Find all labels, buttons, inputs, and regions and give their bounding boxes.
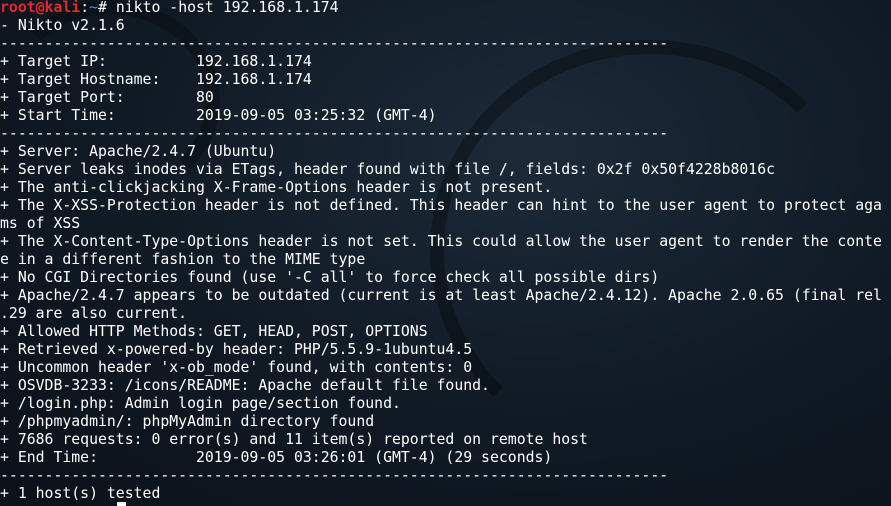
output-line: ----------------------------------------… [0,35,669,52]
output-line: + Target IP: 192.168.1.174 [0,53,312,70]
output-line: ----------------------------------------… [0,125,669,142]
output-line: + End Time: 2019-09-05 03:26:01 (GMT-4) … [0,449,553,466]
output-line: + Target Port: 80 [0,89,214,106]
output-line: + /phpmyadmin/: phpMyAdmin directory fou… [0,413,375,430]
output-line: e in a different fashion to the MIME typ… [0,251,366,268]
output-line: + The anti-clickjacking X-Frame-Options … [0,179,553,196]
output-line: + Target Hostname: 192.168.1.174 [0,71,312,88]
output-line: + The X-Content-Type-Options header is n… [0,233,882,250]
output-line: + Uncommon header 'x-ob_mode' found, wit… [0,359,473,376]
prompt-line: root@kali:~# nikto -host 192.168.1.174 [0,0,891,17]
output-line: + Server leaks inodes via ETags, header … [0,161,776,178]
prompt-command: # nikto -host 192.168.1.174 [98,0,339,16]
terminal-output[interactable]: root@kali:~# nikto -host 192.168.1.174 -… [0,0,891,503]
output-line: + /login.php: Admin login page/section f… [0,395,401,412]
output-line: ms of XSS [0,215,81,232]
output-line: + The X-XSS-Protection header is not def… [0,197,882,214]
output-line: + Retrieved x-powered-by header: PHP/5.5… [0,341,473,358]
output-line: + Apache/2.4.7 appears to be outdated (c… [0,287,882,304]
prompt-dir: ~ [89,0,99,16]
output-line: + 1 host(s) tested [0,485,161,502]
terminal-cursor [117,502,126,506]
output-line: .29 are also current. [0,305,188,322]
output-line: + Start Time: 2019-09-05 03:25:32 (GMT-4… [0,107,437,124]
prompt-user-host: root@kali [0,0,81,16]
output-line: + 7686 requests: 0 error(s) and 11 item(… [0,431,588,448]
output-line: + Server: Apache/2.4.7 (Ubuntu) [0,143,277,160]
prompt-sep: : [80,0,90,16]
output-line: + Allowed HTTP Methods: GET, HEAD, POST,… [0,323,428,340]
output-line: + No CGI Directories found (use '-C all'… [0,269,660,286]
output-line: - Nikto v2.1.6 [0,17,125,34]
output-line: + OSVDB-3233: /icons/README: Apache defa… [0,377,490,394]
output-line: ----------------------------------------… [0,467,669,484]
